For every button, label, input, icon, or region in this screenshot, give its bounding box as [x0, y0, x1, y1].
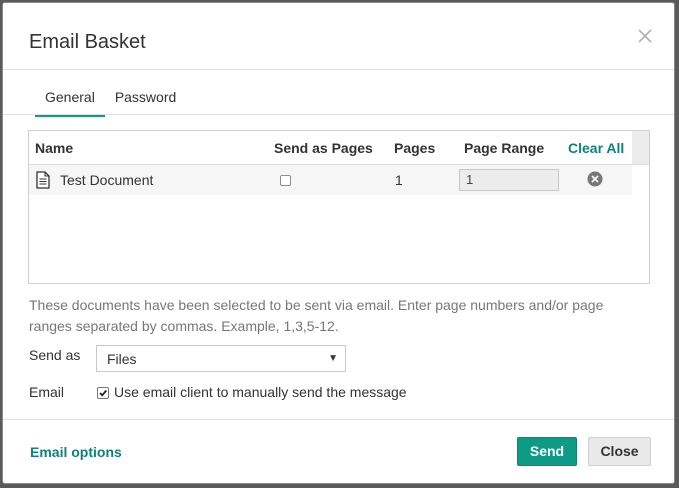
email-client-checkbox[interactable] — [97, 387, 109, 399]
footer-divider — [3, 419, 674, 420]
document-pages: 1 — [395, 172, 403, 188]
column-name: Name — [35, 140, 74, 156]
close-icon[interactable] — [636, 27, 654, 45]
remove-circle-icon[interactable] — [587, 171, 603, 187]
column-page-range: Page Range — [464, 140, 545, 156]
send-as-label: Send as — [29, 347, 81, 363]
clear-all-link[interactable]: Clear All — [568, 140, 624, 156]
tab-general-label: General — [45, 89, 95, 105]
tab-general[interactable]: General — [35, 85, 105, 117]
document-icon — [36, 171, 50, 189]
email-label: Email — [29, 384, 65, 400]
checkmark-icon — [99, 389, 107, 397]
tab-bar: General Password — [35, 85, 186, 117]
email-options-link[interactable]: Email options — [30, 444, 122, 460]
send-as-select[interactable]: Files ▼ — [96, 345, 346, 372]
documents-table: Name Send as Pages Pages Page Range Clea… — [28, 130, 650, 284]
tab-password[interactable]: Password — [105, 85, 186, 115]
table-header: Name Send as Pages Pages Page Range Clea… — [29, 131, 649, 165]
table-row: Test Document 1 1 — [29, 165, 632, 195]
column-send-as-pages: Send as Pages — [274, 140, 373, 156]
help-text: These documents have been selected to be… — [29, 297, 604, 334]
tab-password-label: Password — [114, 89, 177, 105]
send-as-pages-checkbox[interactable] — [280, 175, 291, 186]
scrollbar-corner — [632, 131, 649, 164]
email-client-checkbox-label[interactable]: Use email client to manually send the me… — [114, 384, 407, 400]
chevron-down-icon: ▼ — [328, 353, 338, 364]
document-name: Test Document — [60, 172, 154, 188]
tab-divider — [3, 114, 674, 115]
column-pages: Pages — [394, 140, 436, 156]
send-as-value: Files — [107, 351, 137, 367]
dialog-title: Email Basket — [29, 31, 146, 53]
email-basket-dialog: Email Basket General Password Name Send … — [2, 2, 675, 484]
close-button[interactable]: Close — [588, 437, 651, 466]
header-divider — [3, 69, 674, 70]
send-button[interactable]: Send — [517, 437, 577, 466]
page-range-input[interactable]: 1 — [459, 169, 559, 191]
